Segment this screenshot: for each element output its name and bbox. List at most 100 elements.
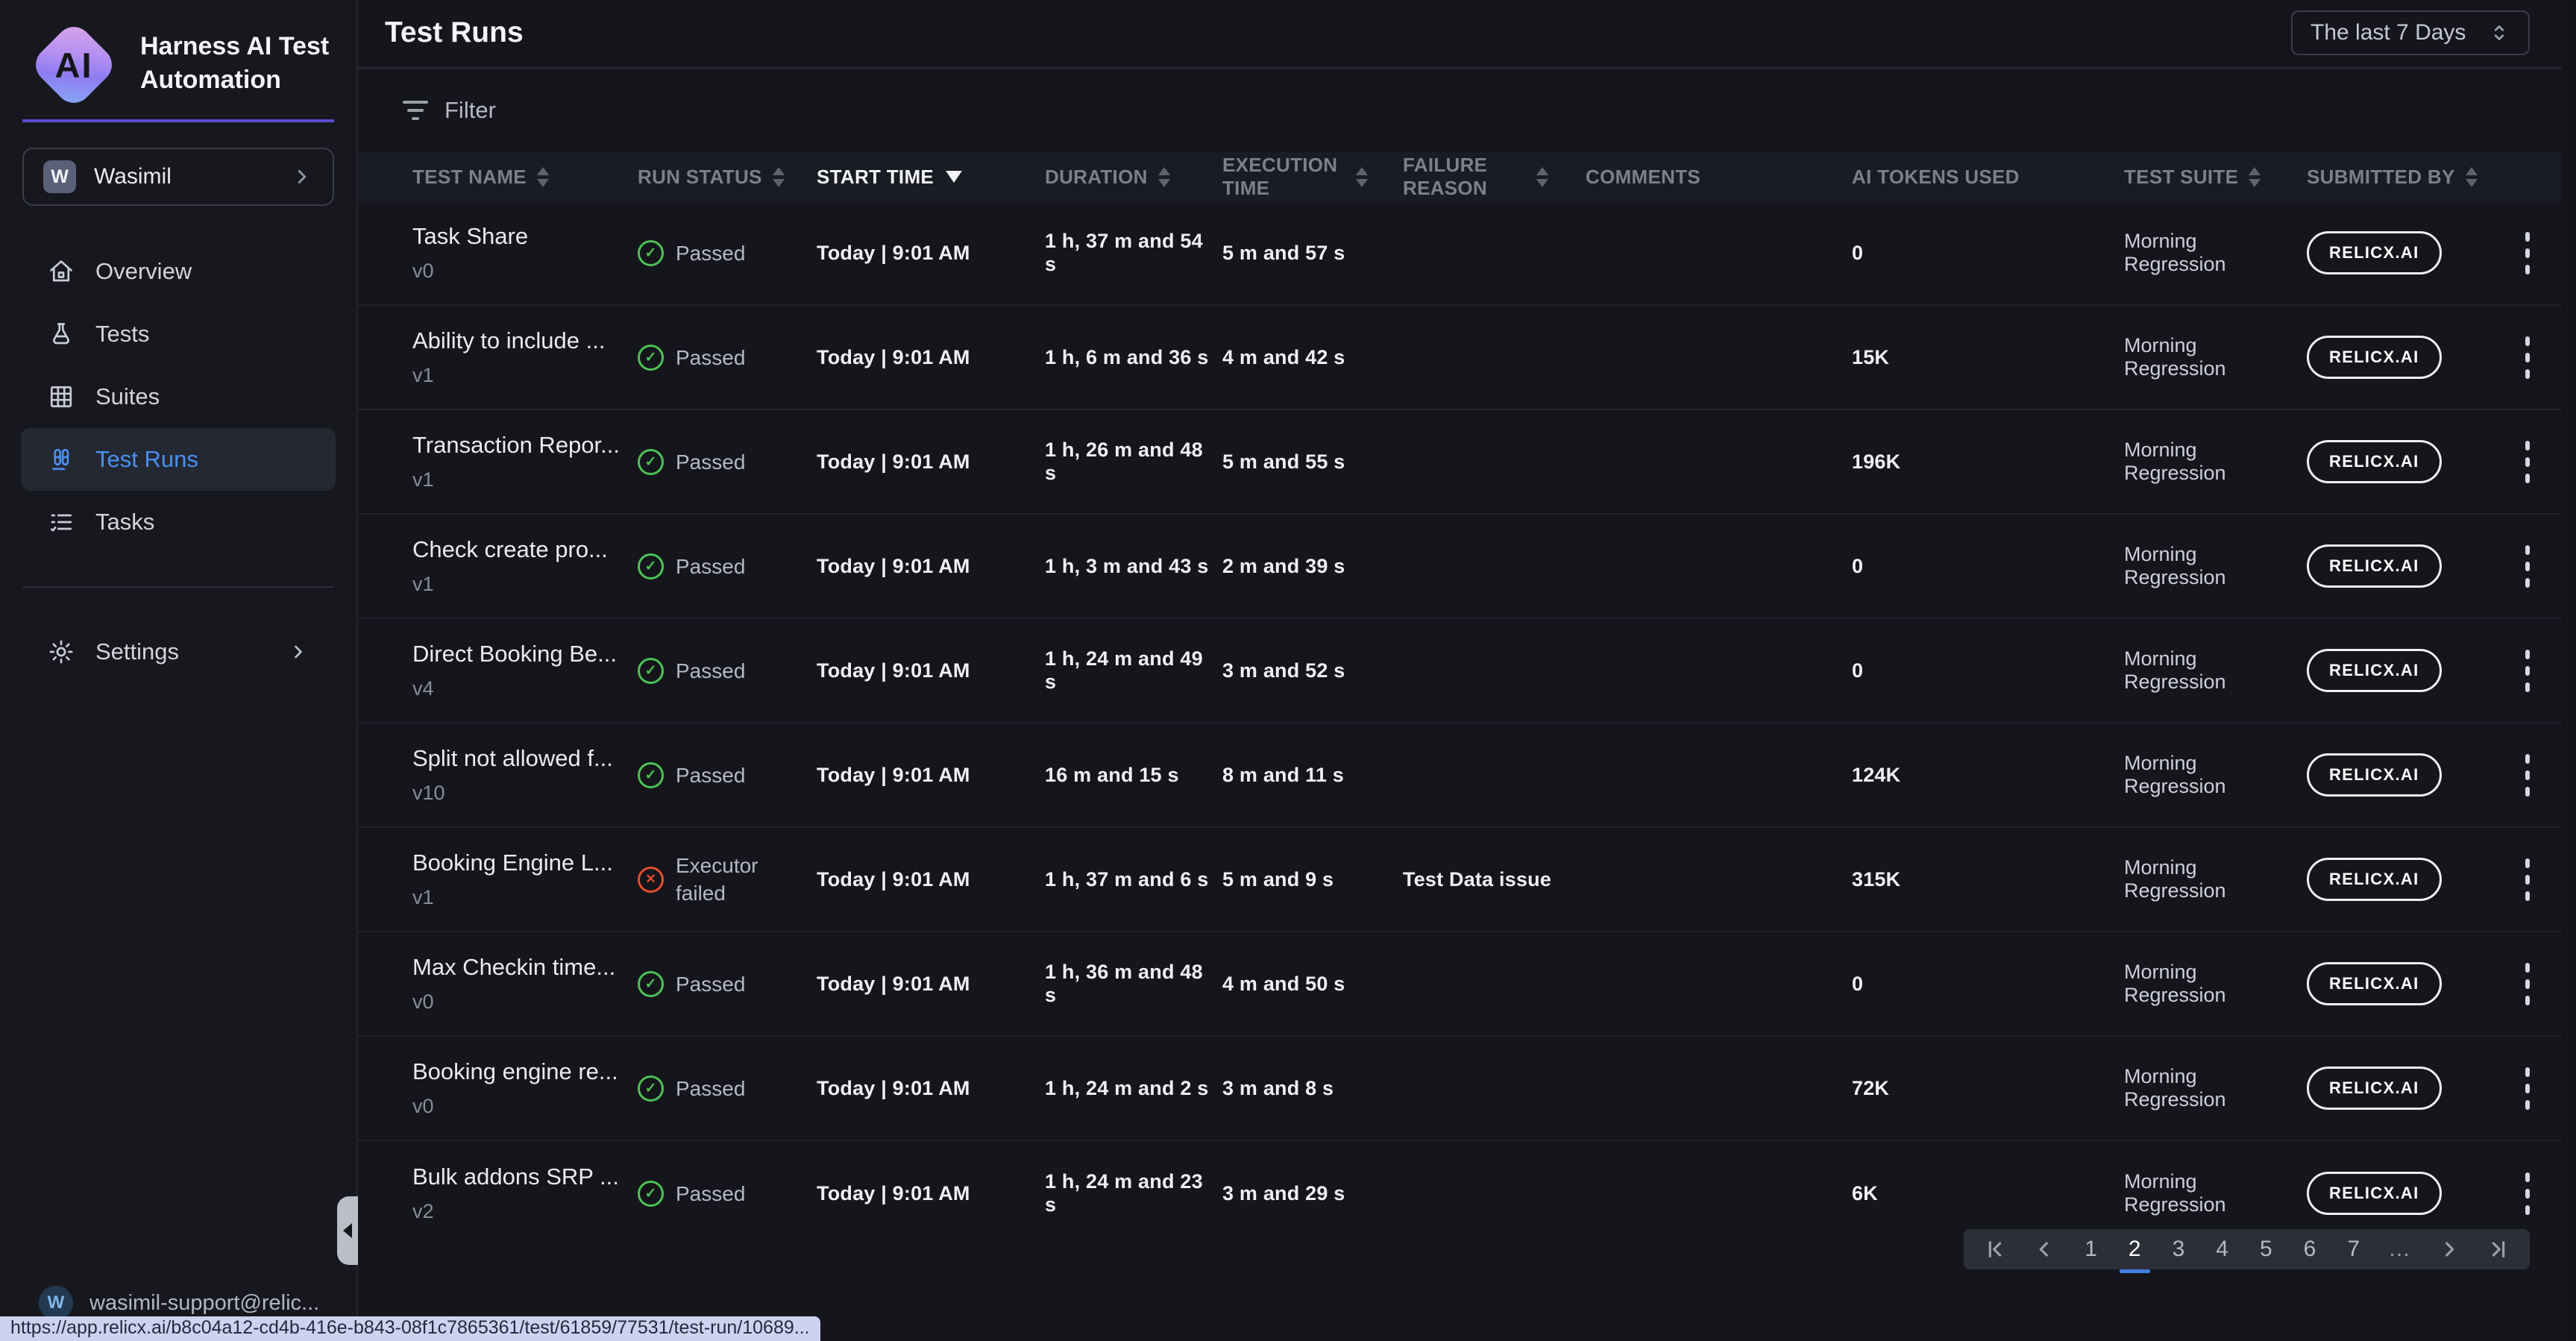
- page-number-7[interactable]: 7: [2344, 1235, 2363, 1263]
- submitted-by-cell: RELICX.AI: [2307, 858, 2502, 901]
- kebab-menu-icon[interactable]: [2521, 541, 2534, 592]
- sidebar-nav: Overview Tests Suites Test Runs Tasks Se…: [0, 240, 356, 683]
- kebab-menu-icon[interactable]: [2521, 436, 2534, 488]
- sidebar-collapse-handle[interactable]: [337, 1196, 358, 1265]
- sort-arrows-icon: [1536, 167, 1548, 187]
- table-row[interactable]: Ability to include ...v1✓PassedToday | 9…: [358, 306, 2561, 410]
- test-name-cell: Max Checkin time...v0: [412, 954, 638, 1014]
- run-status-cell: ✓Passed: [638, 657, 817, 685]
- column-label: SUBMITTED BY: [2307, 166, 2455, 189]
- chevron-left-icon: [2032, 1237, 2056, 1261]
- kebab-menu-icon[interactable]: [2521, 854, 2534, 905]
- user-profile[interactable]: W wasimil-support@relic...: [39, 1286, 319, 1320]
- column-header-name[interactable]: TEST NAME: [412, 166, 638, 189]
- kebab-menu-icon[interactable]: [2521, 1168, 2534, 1219]
- test-suite: Morning Regression: [2124, 543, 2307, 589]
- test-suite: Morning Regression: [2124, 1170, 2307, 1216]
- kebab-menu-icon[interactable]: [2521, 227, 2534, 279]
- test-version: v0: [412, 990, 629, 1014]
- sidebar-item-overview[interactable]: Overview: [21, 240, 336, 303]
- table-row[interactable]: Task Sharev0✓PassedToday | 9:01 AM1 h, 3…: [358, 201, 2561, 306]
- table-row[interactable]: Booking Engine L...v1✕Executor failedTod…: [358, 828, 2561, 932]
- next-page-button[interactable]: [2437, 1237, 2461, 1261]
- test-version: v10: [412, 782, 629, 805]
- submitted-by-badge: RELICX.AI: [2307, 649, 2442, 692]
- brand-divider: [22, 119, 334, 122]
- flask-icon: [48, 321, 75, 348]
- page-number-6[interactable]: 6: [2301, 1235, 2319, 1263]
- execution-time: 2 m and 39 s: [1222, 555, 1403, 578]
- app-title: Harness AI Test Automation: [140, 19, 334, 97]
- column-header-duration[interactable]: DURATION: [1045, 166, 1222, 189]
- previous-page-button[interactable]: [2032, 1237, 2056, 1261]
- page-number-2[interactable]: 2: [2126, 1235, 2144, 1263]
- table-row[interactable]: Transaction Repor...v1✓PassedToday | 9:0…: [358, 410, 2561, 515]
- status-label: Passed: [676, 761, 745, 789]
- page-number-5[interactable]: 5: [2257, 1235, 2275, 1263]
- table-row[interactable]: Split not allowed f...v10✓PassedToday | …: [358, 723, 2561, 828]
- column-header-suite[interactable]: TEST SUITE: [2124, 166, 2307, 189]
- filter-button[interactable]: Filter: [358, 69, 2561, 152]
- column-header-start[interactable]: START TIME: [817, 166, 1045, 189]
- submitted-by-badge: RELICX.AI: [2307, 440, 2442, 483]
- sort-arrows-icon: [537, 167, 549, 187]
- account-selector[interactable]: W Wasimil: [22, 148, 334, 206]
- kebab-menu-icon[interactable]: [2521, 750, 2534, 801]
- ai-tokens-used: 0: [1852, 659, 2124, 682]
- page-number-3[interactable]: 3: [2170, 1235, 2188, 1263]
- table-row[interactable]: Max Checkin time...v0✓PassedToday | 9:01…: [358, 932, 2561, 1037]
- duration: 1 h, 37 m and 6 s: [1045, 868, 1222, 891]
- failure-reason: Test Data issue: [1403, 868, 1586, 891]
- sidebar-item-test-runs[interactable]: Test Runs: [21, 428, 336, 491]
- sidebar-item-tests[interactable]: Tests: [21, 303, 336, 365]
- kebab-menu-icon[interactable]: [2521, 332, 2534, 383]
- gear-icon: [48, 638, 75, 665]
- sort-arrows-icon: [1356, 167, 1368, 187]
- table-row[interactable]: Booking engine re...v0✓PassedToday | 9:0…: [358, 1037, 2561, 1141]
- run-status-cell: ✓Passed: [638, 1075, 817, 1102]
- kebab-menu-icon[interactable]: [2521, 958, 2534, 1010]
- execution-time: 3 m and 29 s: [1222, 1182, 1403, 1205]
- row-actions-cell: [2502, 227, 2561, 279]
- page-number-1[interactable]: 1: [2082, 1235, 2100, 1263]
- submitted-by-badge: RELICX.AI: [2307, 336, 2442, 379]
- column-header-tokens[interactable]: AI TOKENS USED: [1852, 166, 2124, 189]
- kebab-menu-icon[interactable]: [2521, 645, 2534, 697]
- last-page-button[interactable]: [2487, 1237, 2510, 1261]
- column-header-status[interactable]: RUN STATUS: [638, 166, 817, 189]
- page-number-4[interactable]: 4: [2213, 1235, 2231, 1263]
- execution-time: 3 m and 52 s: [1222, 659, 1403, 682]
- column-label: RUN STATUS: [638, 166, 762, 189]
- sidebar-item-suites[interactable]: Suites: [21, 365, 336, 428]
- column-header-comments[interactable]: COMMENTS: [1586, 166, 1852, 189]
- sort-desc-icon: [946, 171, 962, 183]
- status-label: Passed: [676, 344, 745, 371]
- test-version: v0: [412, 260, 629, 283]
- sidebar-item-settings[interactable]: Settings: [21, 621, 336, 683]
- column-header-failure[interactable]: FAILURE REASON: [1403, 154, 1586, 200]
- row-actions-cell: [2502, 750, 2561, 801]
- run-status-cell: ✕Executor failed: [638, 852, 817, 907]
- first-page-button[interactable]: [1983, 1237, 2007, 1261]
- column-header-execution[interactable]: EXECUTION TIME: [1222, 154, 1403, 200]
- column-header-submitted[interactable]: SUBMITTED BY: [2307, 166, 2502, 189]
- sort-arrows-icon: [773, 167, 785, 187]
- kebab-menu-icon[interactable]: [2521, 1063, 2534, 1114]
- start-time: Today | 9:01 AM: [817, 868, 1045, 891]
- date-range-value: The last 7 Days: [2310, 20, 2466, 45]
- ai-tokens-used: 124K: [1852, 764, 2124, 787]
- run-status-cell: ✓Passed: [638, 344, 817, 371]
- date-range-select[interactable]: The last 7 Days: [2291, 10, 2530, 55]
- status-passed-icon: ✓: [638, 449, 664, 475]
- duration: 1 h, 24 m and 23 s: [1045, 1170, 1222, 1216]
- run-status-cell: ✓Passed: [638, 448, 817, 476]
- browser-status-bar: https://app.relicx.ai/b8c04a12-cd4b-416e…: [0, 1316, 820, 1341]
- execution-time: 5 m and 55 s: [1222, 450, 1403, 474]
- execution-time: 4 m and 50 s: [1222, 973, 1403, 996]
- table-row[interactable]: Check create pro...v1✓PassedToday | 9:01…: [358, 515, 2561, 619]
- sidebar-item-tasks[interactable]: Tasks: [21, 491, 336, 553]
- status-passed-icon: ✓: [638, 240, 664, 266]
- execution-time: 3 m and 8 s: [1222, 1077, 1403, 1100]
- test-name-cell: Booking Engine L...v1: [412, 849, 638, 909]
- table-row[interactable]: Direct Booking Be...v4✓PassedToday | 9:0…: [358, 619, 2561, 723]
